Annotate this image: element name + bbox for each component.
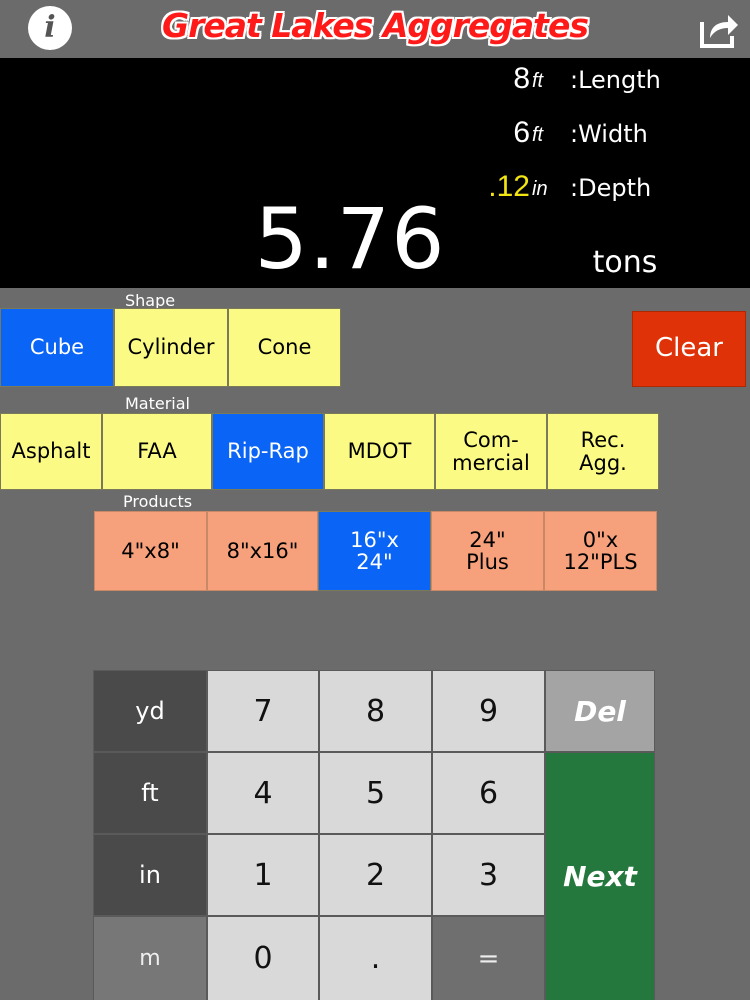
material-faa-button[interactable]: FAA: [102, 413, 212, 490]
product-8x16-button[interactable]: 8"x16": [207, 511, 318, 591]
length-row[interactable]: 8 ft :Length: [470, 62, 730, 102]
width-unit: ft: [532, 124, 544, 146]
digit-5-key[interactable]: 5: [320, 753, 431, 833]
decimal-point-key[interactable]: .: [320, 917, 431, 1000]
digit-0-key[interactable]: 0: [208, 917, 318, 1000]
digit-9-key[interactable]: 9: [433, 671, 544, 751]
material-riprap-button[interactable]: Rip-Rap: [212, 413, 324, 490]
unit-m-key[interactable]: m: [94, 917, 206, 1000]
result-value: 5.76: [254, 190, 446, 288]
depth-unit: in: [532, 178, 548, 200]
product-4x8-button[interactable]: 4"x8": [94, 511, 207, 591]
width-row[interactable]: 6 ft :Width: [470, 116, 730, 156]
unit-yd-key[interactable]: yd: [94, 671, 206, 751]
product-16x24-button[interactable]: 16"x 24": [318, 511, 431, 591]
clear-button[interactable]: Clear: [632, 311, 746, 387]
shape-cube-button[interactable]: Cube: [0, 308, 114, 387]
depth-row[interactable]: .12 in :Depth: [470, 170, 730, 210]
equals-key[interactable]: =: [433, 917, 544, 1000]
shape-cone-button[interactable]: Cone: [228, 308, 341, 387]
material-label: Material: [125, 394, 190, 413]
width-label: :Width: [570, 120, 648, 148]
next-key[interactable]: Next: [546, 753, 654, 1000]
material-asphalt-button[interactable]: Asphalt: [0, 413, 102, 490]
digit-7-key[interactable]: 7: [208, 671, 318, 751]
material-mdot-button[interactable]: MDOT: [324, 413, 435, 490]
product-24-plus-button[interactable]: 24" Plus: [431, 511, 544, 591]
depth-value: .12: [488, 170, 530, 203]
length-value: 8: [513, 62, 530, 95]
digit-2-key[interactable]: 2: [320, 835, 431, 915]
digit-1-key[interactable]: 1: [208, 835, 318, 915]
products-label: Products: [123, 492, 193, 511]
result-unit: tons: [592, 245, 658, 280]
digit-3-key[interactable]: 3: [433, 835, 544, 915]
product-0x12pls-button[interactable]: 0"x 12"PLS: [544, 511, 657, 591]
share-icon[interactable]: [698, 8, 740, 50]
delete-key[interactable]: Del: [546, 671, 654, 751]
unit-in-key[interactable]: in: [94, 835, 206, 915]
app-title: Great Lakes Aggregates: [162, 6, 589, 45]
shape-cylinder-button[interactable]: Cylinder: [114, 308, 228, 387]
length-label: :Length: [570, 66, 661, 94]
material-commercial-button[interactable]: Com- mercial: [435, 413, 547, 490]
digit-4-key[interactable]: 4: [208, 753, 318, 833]
width-value: 6: [513, 116, 530, 149]
digit-8-key[interactable]: 8: [320, 671, 431, 751]
digit-6-key[interactable]: 6: [433, 753, 544, 833]
material-rec-agg-button[interactable]: Rec. Agg.: [547, 413, 659, 490]
unit-ft-key[interactable]: ft: [94, 753, 206, 833]
depth-label: :Depth: [570, 174, 652, 202]
length-unit: ft: [532, 70, 544, 92]
